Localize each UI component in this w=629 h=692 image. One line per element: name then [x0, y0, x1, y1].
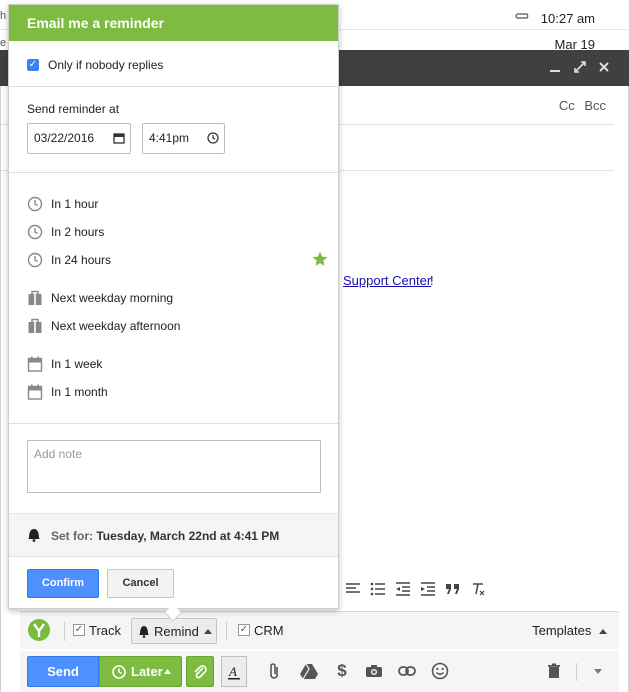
clock-icon — [112, 665, 126, 679]
indent-more-icon[interactable] — [415, 578, 440, 600]
trash-icon[interactable] — [544, 661, 564, 681]
camera-icon[interactable] — [364, 661, 384, 681]
divider — [226, 621, 227, 641]
reminder-time-input[interactable]: 4:41pm — [142, 123, 225, 154]
option-label: In 1 month — [51, 385, 108, 399]
add-note-textarea[interactable]: Add note — [27, 440, 321, 493]
send-toolbar: Send Later A $ — [20, 651, 619, 692]
send-reminder-at-label: Send reminder at — [27, 102, 120, 116]
cc-bcc-links[interactable]: Cc Bcc — [559, 98, 606, 113]
option-in-24-hours[interactable]: In 24 hours — [27, 251, 111, 269]
indent-less-icon[interactable] — [390, 578, 415, 600]
body-text: ! — [430, 273, 434, 288]
divider — [9, 172, 338, 173]
formatting-options-icon[interactable]: A — [221, 656, 247, 687]
cropped-text: e — [0, 37, 7, 49]
bell-icon — [28, 529, 40, 542]
remind-button[interactable]: Remind — [131, 618, 217, 644]
option-label: In 2 hours — [51, 225, 105, 239]
cropped-text: h — [0, 10, 7, 22]
bulleted-list-icon[interactable] — [365, 578, 390, 600]
close-icon[interactable] — [597, 60, 611, 74]
only-if-nobody-replies-checkbox[interactable]: ✓ — [27, 59, 39, 71]
clock-icon — [27, 252, 43, 268]
emoji-icon[interactable] — [430, 661, 450, 681]
option-label: In 24 hours — [51, 253, 112, 267]
option-label: In 1 week — [51, 357, 103, 371]
crm-label: CRM — [254, 623, 284, 638]
set-for-value: Tuesday, March 22nd at 4:41 PM — [96, 529, 280, 543]
remind-label: Remind — [154, 624, 199, 639]
calendar-icon — [27, 384, 43, 400]
set-for-summary: Set for: Tuesday, March 22nd at 4:41 PM — [9, 513, 338, 557]
note-placeholder: Add note — [34, 447, 83, 461]
set-for-label: Set for: — [51, 529, 93, 543]
crm-checkbox[interactable]: ✓ — [238, 624, 250, 636]
divider — [64, 621, 65, 641]
star-icon[interactable] — [312, 251, 328, 267]
svg-text:A: A — [228, 664, 237, 679]
clock-icon — [27, 196, 43, 212]
only-if-nobody-replies-option[interactable]: ✓ Only if nobody replies — [27, 57, 163, 73]
divider — [9, 423, 338, 424]
option-in-1-month[interactable]: In 1 month — [27, 383, 108, 401]
more-options-icon[interactable] — [588, 661, 608, 681]
calendar-icon[interactable] — [113, 132, 125, 144]
extension-logo-icon[interactable] — [28, 619, 50, 641]
time-value: 4:41pm — [149, 131, 190, 145]
confirm-button[interactable]: Confirm — [27, 569, 99, 598]
briefcase-icon — [27, 318, 43, 334]
support-center-link[interactable]: Support Center — [343, 273, 431, 288]
reminder-popup: Email me a reminder ✓ Only if nobody rep… — [8, 4, 339, 622]
option-label: In 1 hour — [51, 197, 99, 211]
drive-icon[interactable] — [299, 661, 319, 681]
caret-up-icon — [164, 669, 171, 674]
clear-formatting-icon[interactable] — [465, 578, 490, 600]
inbox-time: 10:27 am — [540, 11, 595, 26]
option-in-2-hours[interactable]: In 2 hours — [27, 223, 104, 241]
align-icon[interactable] — [340, 578, 365, 600]
briefcase-icon — [27, 290, 43, 306]
option-label: Next weekday afternoon — [51, 319, 181, 333]
send-button[interactable]: Send — [27, 656, 99, 687]
option-in-1-week[interactable]: In 1 week — [27, 355, 102, 373]
attach-file-icon[interactable] — [186, 656, 214, 687]
option-next-weekday-morning[interactable]: Next weekday morning — [27, 289, 173, 307]
caret-up-icon — [204, 629, 212, 634]
formatting-toolbar — [340, 578, 490, 600]
minimize-icon[interactable] — [548, 60, 562, 74]
templates-label: Templates — [532, 623, 592, 638]
calendar-icon — [27, 356, 43, 372]
bell-icon — [139, 626, 149, 638]
track-label: Track — [89, 623, 122, 638]
clock-icon — [27, 224, 43, 240]
caret-up-icon — [599, 629, 607, 635]
paperclip-icon[interactable] — [264, 661, 284, 681]
divider — [9, 86, 338, 87]
quote-icon[interactable] — [440, 578, 465, 600]
paperclip-icon — [515, 13, 529, 19]
divider — [576, 663, 577, 681]
link-icon[interactable] — [397, 661, 417, 681]
send-later-button[interactable]: Later — [99, 656, 182, 687]
templates-menu[interactable]: Templates — [532, 623, 607, 638]
money-icon[interactable]: $ — [332, 661, 352, 681]
clock-icon[interactable] — [207, 132, 219, 144]
date-value: 03/22/2016 — [34, 131, 95, 145]
cancel-button[interactable]: Cancel — [107, 569, 174, 598]
extension-bar: ✓ Track Remind ✓ CRM Templates — [20, 611, 619, 649]
later-label: Later — [131, 664, 163, 679]
popup-title: Email me a reminder — [9, 5, 338, 41]
expand-icon[interactable] — [573, 60, 587, 74]
only-if-nobody-replies-label: Only if nobody replies — [48, 58, 164, 72]
option-in-1-hour[interactable]: In 1 hour — [27, 195, 98, 213]
track-checkbox[interactable]: ✓ — [73, 624, 85, 636]
option-label: Next weekday morning — [51, 291, 174, 305]
reminder-date-input[interactable]: 03/22/2016 — [27, 123, 131, 154]
option-next-weekday-afternoon[interactable]: Next weekday afternoon — [27, 317, 180, 335]
